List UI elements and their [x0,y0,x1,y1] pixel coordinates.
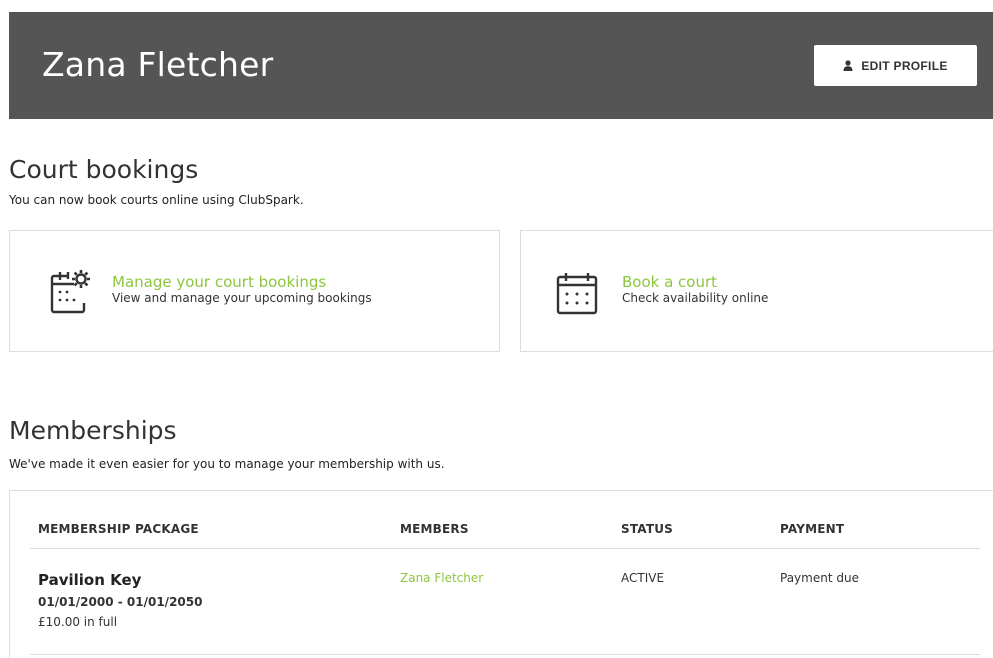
memberships-title: Memberships [9,416,177,445]
manage-bookings-title: Manage your court bookings [112,273,327,291]
book-court-title: Book a court [622,273,718,291]
book-court-card[interactable]: Book a court Check availability online [520,230,993,352]
payment-value: Payment due [780,571,859,585]
package-name: Pavilion Key [38,571,142,589]
column-header-package: MEMBERSHIP PACKAGE [38,522,199,536]
column-header-payment: PAYMENT [780,522,845,536]
member-link[interactable]: Zana Fletcher [400,571,483,585]
calendar-gear-icon [48,267,96,319]
book-court-description: Check availability online [622,291,769,305]
profile-header: Zana Fletcher EDIT PROFILE [9,12,993,119]
person-icon [843,60,853,71]
memberships-subtitle: We've made it even easier for you to man… [9,457,445,471]
row-divider [30,654,980,655]
package-dates: 01/01/2000 - 01/01/2050 [38,595,203,609]
status-value: ACTIVE [621,571,665,585]
calendar-icon [555,269,601,319]
column-header-status: STATUS [621,522,674,536]
edit-profile-button[interactable]: EDIT PROFILE [814,45,977,86]
edit-profile-label: EDIT PROFILE [861,58,948,73]
column-header-members: MEMBERS [400,522,469,536]
court-bookings-title: Court bookings [9,155,199,184]
manage-bookings-description: View and manage your upcoming bookings [112,291,372,305]
court-bookings-subtitle: You can now book courts online using Clu… [9,193,304,207]
package-price: £10.00 in full [38,615,118,629]
manage-bookings-card[interactable]: Manage your court bookings View and mana… [9,230,500,352]
header-divider [30,548,980,549]
profile-name: Zana Fletcher [42,45,274,84]
